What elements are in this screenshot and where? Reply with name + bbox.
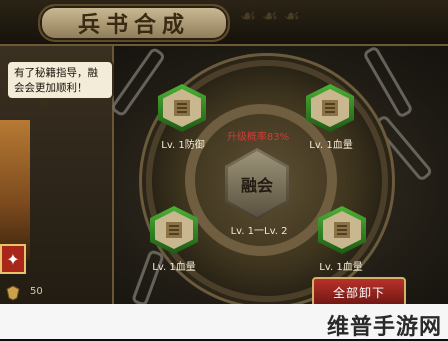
unload-all-button[interactable]: 全部卸下 bbox=[312, 277, 406, 307]
skill-icon[interactable]: ✦ bbox=[0, 244, 26, 274]
player-level: 50 bbox=[30, 286, 43, 297]
book-slot-top-left[interactable] bbox=[158, 84, 206, 132]
level-icon bbox=[0, 284, 26, 302]
fuse-button-face[interactable]: 融会 bbox=[228, 151, 286, 217]
watermark: 维普手游网 bbox=[326, 315, 442, 340]
window-title: 兵书合成 bbox=[77, 12, 190, 38]
book-slot-bottom-left[interactable] bbox=[150, 206, 198, 254]
shield-icon bbox=[6, 285, 20, 301]
npc-speech-bubble: 有了秘籍指导，融会会更加顺利！ bbox=[6, 60, 114, 107]
book-slot-label: Lv. 1防御 bbox=[161, 140, 205, 151]
book-slot-top-right[interactable] bbox=[306, 84, 354, 132]
npc-portrait bbox=[0, 120, 30, 260]
book-slot-label: Lv. 1血量 bbox=[319, 262, 363, 273]
level-range-text: Lv. 1一Lv. 2 bbox=[230, 226, 288, 237]
title-plate: 兵书合成 bbox=[38, 4, 230, 42]
book-slot-bottom-right[interactable] bbox=[318, 206, 366, 254]
book-slot-label: Lv. 1血量 bbox=[309, 140, 353, 151]
window-header: 兵书合成 ☙ ☙ ☙ bbox=[0, 0, 448, 46]
fuse-button-label: 融会 bbox=[240, 176, 273, 195]
book-slot-label: Lv. 1血量 bbox=[152, 262, 196, 273]
dragon-ornament-icon: ☙ ☙ ☙ bbox=[240, 6, 300, 27]
success-rate-text: 升级概率83% bbox=[226, 132, 290, 143]
